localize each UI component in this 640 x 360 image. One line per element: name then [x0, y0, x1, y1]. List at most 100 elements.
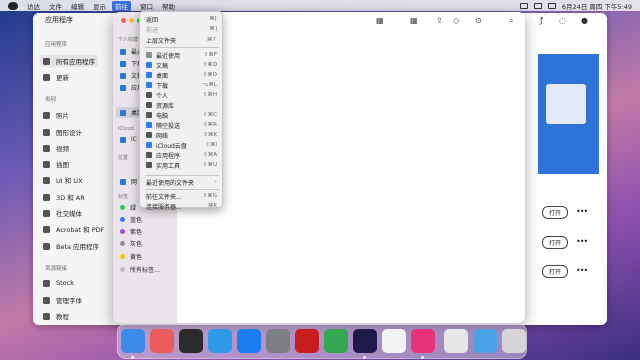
avatar-icon[interactable]: ●	[581, 16, 588, 25]
menu-separator	[145, 47, 219, 48]
cc-nav-fonts[interactable]: 管理字体	[43, 295, 82, 305]
menu-item-downloads[interactable]: 下载 ⌥⌘L	[143, 80, 221, 90]
tag-blue[interactable]: 蓝色	[120, 215, 142, 224]
finder-app[interactable]	[121, 329, 145, 353]
menu-go[interactable]: 前往	[112, 0, 131, 11]
search-icon[interactable]	[547, 2, 556, 9]
menu-item-applications[interactable]: 应用程序 ⇧⌘A	[143, 150, 221, 160]
tag-yellow[interactable]: 黄色	[120, 252, 142, 261]
menu-item-documents[interactable]: 文稿 ⇧⌘O	[143, 60, 221, 70]
cc-nav-social[interactable]: 社交媒体	[43, 208, 82, 218]
icon-view-icon[interactable]: ▦	[376, 16, 384, 25]
menu-item-recents[interactable]: 最近使用 ⇧⌘F	[143, 50, 221, 60]
tag-all[interactable]: 所有标签…	[120, 265, 160, 274]
desktop-icon	[146, 72, 152, 78]
cc-nav-video[interactable]: 视频	[43, 143, 69, 153]
cc-nav-illustration[interactable]: 插图	[43, 159, 69, 169]
launchpad-app[interactable]	[150, 329, 174, 353]
cc-nav-all-apps[interactable]: 所有应用程序	[40, 55, 98, 67]
locations-header: 位置	[118, 155, 129, 161]
menu-item-desktop[interactable]: 桌面 ⇧⌘D	[143, 70, 221, 80]
menu-view[interactable]: 显示	[93, 1, 106, 11]
menu-window[interactable]: 窗口	[140, 1, 153, 11]
safari-app[interactable]	[208, 329, 232, 353]
trash-app[interactable]	[502, 329, 526, 353]
app-store-app[interactable]	[237, 329, 261, 353]
close-button[interactable]	[121, 18, 126, 23]
wifi-icon[interactable]	[533, 2, 542, 9]
menu-item-connect-server[interactable]: 连接服务器... ⌘K	[143, 201, 221, 211]
textedit-app[interactable]	[382, 329, 406, 353]
document-file[interactable]	[444, 329, 468, 353]
after-effects-app[interactable]	[353, 329, 377, 353]
cc-nav-beta[interactable]: Beta 应用程序	[43, 241, 99, 251]
tag-gray[interactable]: 灰色	[120, 239, 142, 248]
menu-item-back[interactable]: 返回 ⌘[	[143, 14, 221, 24]
cloud-icon	[146, 142, 152, 148]
creative-cloud-app[interactable]	[411, 329, 435, 353]
cc-nav-uiux[interactable]: UI 和 UX	[43, 175, 83, 185]
bell-icon[interactable]: ◌	[559, 16, 566, 25]
fonts-icon[interactable]: ƒ	[540, 16, 543, 25]
menu-item-icloud-drive[interactable]: iCloud云盘 ⇧⌘I	[143, 140, 221, 150]
library-icon	[146, 102, 152, 108]
acrobat-app[interactable]	[295, 329, 319, 353]
control-center-icon[interactable]	[519, 2, 528, 9]
menu-item-computer[interactable]: 电脑 ⇧⌘C	[143, 110, 221, 120]
menu-item-library[interactable]: 资源库	[143, 100, 221, 110]
tag-green[interactable]: 绿	[120, 203, 136, 212]
grid-icon	[43, 57, 50, 65]
cc-nav-graphic[interactable]: 图形设计	[43, 127, 82, 137]
menu-item-home[interactable]: 个人 ⇧⌘H	[143, 90, 221, 100]
cc-nav-acrobat[interactable]: Acrobat 和 PDF	[43, 224, 104, 234]
minimize-button[interactable]	[129, 18, 134, 23]
more-options-icon[interactable]: •••	[576, 237, 588, 246]
menu-edit[interactable]: 编辑	[71, 1, 84, 11]
tab-apps[interactable]: 应用程序	[45, 15, 73, 25]
cc-nav-stock[interactable]: Stock	[43, 279, 74, 287]
apple-icon[interactable]	[8, 1, 18, 10]
menu-clock[interactable]: 6月24日 周四 下午5:49	[562, 1, 632, 11]
tag-dot-icon	[120, 229, 125, 234]
menu-item-go-to-folder[interactable]: 前往文件夹... ⇧⌘G	[143, 191, 221, 201]
menu-item-airdrop[interactable]: 隔空投送 ⇧⌘R	[143, 120, 221, 130]
hero-banner	[538, 54, 599, 174]
menu-item-forward[interactable]: 前进 ⌘]	[143, 24, 221, 34]
menu-bar: 访达 文件 编辑 显示 前往 窗口 帮助 6月24日 周四 下午5:49	[0, 0, 640, 11]
cc-nav-updates[interactable]: 更新	[43, 72, 69, 82]
open-button[interactable]: 打开	[542, 236, 568, 249]
search-icon[interactable]: ⌕	[509, 16, 513, 26]
more-options-icon[interactable]: •••	[576, 207, 588, 216]
cc-section-category: 类别	[45, 97, 57, 103]
open-button[interactable]: 打开	[542, 265, 568, 278]
menu-finder[interactable]: 访达	[27, 1, 40, 11]
menu-help[interactable]: 帮助	[162, 1, 175, 11]
activity-monitor-app[interactable]	[179, 329, 203, 353]
icloud-header: iCloud	[118, 126, 134, 132]
cc-nav-tutorials[interactable]: 教程	[43, 311, 69, 321]
tag-purple[interactable]: 紫色	[120, 227, 142, 236]
action-icon[interactable]: ⊙	[475, 16, 482, 25]
menu-item-network[interactable]: 网络 ⇧⌘K	[143, 130, 221, 140]
menu-file[interactable]: 文件	[49, 1, 62, 11]
tutorial-icon	[43, 312, 50, 320]
cursor-icon	[43, 176, 50, 184]
menu-item-enclosing-folder[interactable]: 上层文件夹 ⌘↑	[143, 35, 221, 45]
cc-nav-3d[interactable]: 3D 和 AR	[43, 192, 85, 202]
wrench-icon	[146, 162, 152, 168]
share-icon[interactable]: ⇪	[436, 16, 443, 25]
menu-item-recent-folders[interactable]: 最近使用的文件夹 ›	[143, 177, 221, 187]
more-options-icon[interactable]: •••	[576, 266, 588, 275]
tag-icon[interactable]: ◇	[453, 16, 459, 25]
cc-nav-photo[interactable]: 照片	[43, 110, 69, 120]
telegram-app[interactable]	[324, 329, 348, 353]
system-preferences-app[interactable]	[266, 329, 290, 353]
menu-item-utilities[interactable]: 实用工具 ⇧⌘U	[143, 160, 221, 170]
open-button[interactable]: 打开	[542, 206, 568, 219]
go-menu: 返回 ⌘[ 前进 ⌘] 上层文件夹 ⌘↑ 最近使用 ⇧⌘F 文稿 ⇧⌘O 桌面 ⇧⌘D 下载 ⌥⌘L…	[139, 11, 223, 211]
grid-view-icon[interactable]: ▦	[410, 16, 418, 25]
airdrop-icon	[146, 122, 152, 128]
folder-stack[interactable]	[473, 329, 497, 353]
sidebar-item-icloud[interactable]: iC	[120, 136, 137, 143]
sidebar-item-network[interactable]: 网	[120, 177, 137, 186]
